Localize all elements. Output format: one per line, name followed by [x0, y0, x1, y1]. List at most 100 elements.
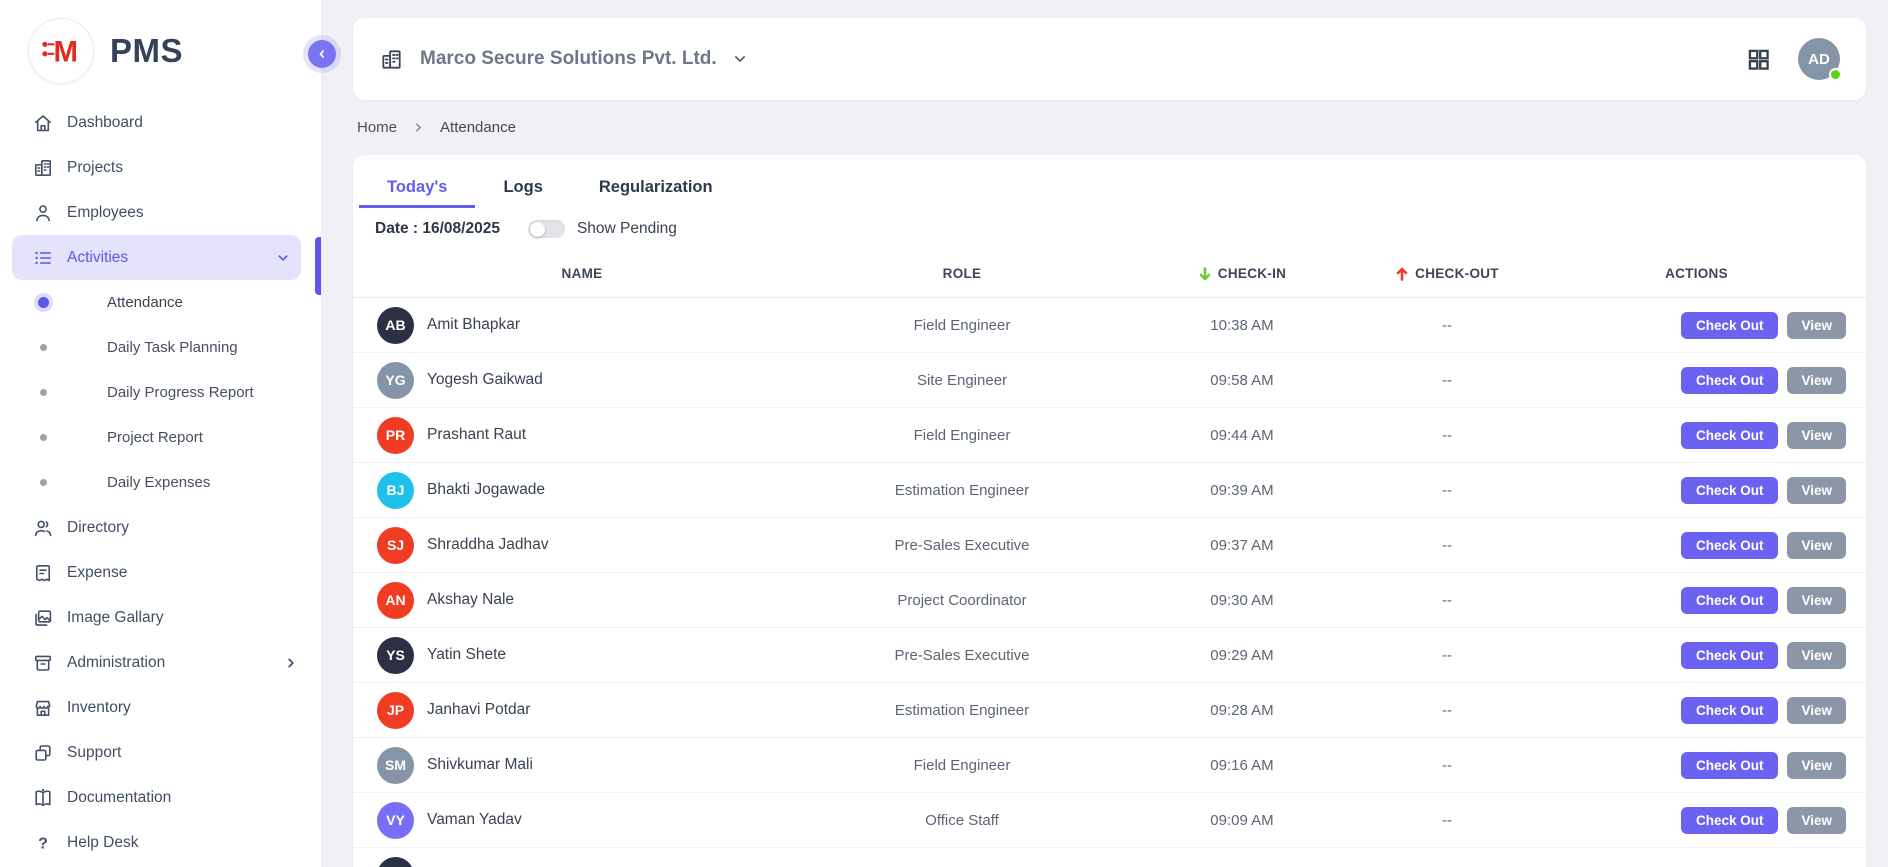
column-label: NAME — [562, 266, 603, 281]
column-header-check-out[interactable]: CHECK-OUT — [1347, 266, 1547, 282]
bullet-icon — [40, 479, 47, 486]
view-button[interactable]: View — [1787, 367, 1846, 394]
bullet-icon — [38, 297, 49, 308]
sidebar-collapse-button[interactable] — [308, 40, 336, 68]
check-out-button[interactable]: Check Out — [1681, 697, 1779, 724]
column-label: ACTIONS — [1665, 266, 1728, 281]
sidebar-item-inventory[interactable]: Inventory — [0, 685, 321, 730]
row-actions: Check Out View — [1547, 752, 1846, 779]
sidebar-subitem-daily-expenses[interactable]: Daily Expenses — [0, 460, 321, 505]
view-button[interactable]: View — [1787, 477, 1846, 504]
table-row: PR Prashant Raut Field Engineer 09:44 AM… — [353, 408, 1866, 463]
view-button[interactable]: View — [1787, 532, 1846, 559]
sidebar-item-projects[interactable]: Projects — [0, 145, 321, 190]
column-header-actions: ACTIONS — [1547, 266, 1846, 281]
sidebar-item-help-desk[interactable]: ? Help Desk — [0, 820, 321, 865]
logo: M PMS — [0, 0, 321, 84]
employee-avatar: PR — [377, 417, 414, 454]
sidebar-item-expense[interactable]: Expense — [0, 550, 321, 595]
employee-avatar: SJ — [377, 527, 414, 564]
employee-role: Estimation Engineer — [787, 702, 1137, 719]
check-in-time: 10:38 AM — [1137, 317, 1347, 334]
sidebar-subitem-project-report[interactable]: Project Report — [0, 415, 321, 460]
view-button[interactable]: View — [1787, 642, 1846, 669]
table-row: VY Vaman Yadav Office Staff 09:09 AM -- … — [353, 793, 1866, 848]
check-out-button[interactable]: Check Out — [1681, 312, 1779, 339]
toggle-knob — [530, 222, 545, 237]
tab-regularization[interactable]: Regularization — [571, 161, 741, 208]
employee-name: Janhavi Potdar — [427, 701, 530, 719]
employee-avatar — [377, 857, 414, 867]
sidebar-item-administration[interactable]: Administration — [0, 640, 321, 685]
sidebar-subitem-daily-task-planning[interactable]: Daily Task Planning — [0, 325, 321, 370]
employee-name: Shivkumar Mali — [427, 756, 533, 774]
employee-cell: BJ Bhakti Jogawade — [377, 472, 787, 509]
check-out-time: -- — [1347, 812, 1547, 829]
row-actions: Check Out View — [1547, 477, 1846, 504]
view-button[interactable]: View — [1787, 752, 1846, 779]
bullet-icon — [40, 344, 47, 351]
row-actions: Check Out View — [1547, 532, 1846, 559]
show-pending-toggle[interactable] — [528, 220, 565, 238]
tab-today-s[interactable]: Today's — [359, 161, 475, 208]
employee-avatar: AB — [377, 307, 414, 344]
subitem-label: Daily Expenses — [107, 474, 210, 491]
sort-arrow-up-icon — [1395, 266, 1409, 282]
sidebar: M PMS Dashboard Projects Employees Act — [0, 0, 322, 867]
view-button[interactable]: View — [1787, 807, 1846, 834]
attendance-card: Today'sLogsRegularization Date : 16/08/2… — [353, 155, 1866, 867]
view-button[interactable]: View — [1787, 587, 1846, 614]
sidebar-item-employees[interactable]: Employees — [0, 190, 321, 235]
subitem-label: Daily Progress Report — [107, 384, 254, 401]
breadcrumb-home[interactable]: Home — [357, 119, 397, 136]
employee-cell: YS Yatin Shete — [377, 637, 787, 674]
sidebar-item-directory[interactable]: Directory — [0, 505, 321, 550]
chevron-down-icon[interactable] — [731, 50, 749, 68]
view-button[interactable]: View — [1787, 312, 1846, 339]
tab-logs[interactable]: Logs — [475, 161, 570, 208]
view-button[interactable]: View — [1787, 422, 1846, 449]
sidebar-subitem-daily-progress-report[interactable]: Daily Progress Report — [0, 370, 321, 415]
check-out-button[interactable]: Check Out — [1681, 532, 1779, 559]
employee-role: Field Engineer — [787, 427, 1137, 444]
sidebar-item-support[interactable]: Support — [0, 730, 321, 775]
sidebar-item-image-gallary[interactable]: Image Gallary — [0, 595, 321, 640]
sidebar-item-activities[interactable]: Activities — [12, 235, 301, 280]
check-out-time: -- — [1347, 427, 1547, 444]
user-avatar[interactable]: AD — [1798, 38, 1840, 80]
employee-cell: SJ Shraddha Jadhav — [377, 527, 787, 564]
check-out-button[interactable]: Check Out — [1681, 642, 1779, 669]
table-row: AN Akshay Nale Project Coordinator 09:30… — [353, 573, 1866, 628]
employee-role: Estimation Engineer — [787, 482, 1137, 499]
sidebar-item-documentation[interactable]: Documentation — [0, 775, 321, 820]
main-area: Marco Secure Solutions Pvt. Ltd. AD Home — [322, 0, 1888, 867]
filter-row: Date : 16/08/2025 Show Pending — [353, 208, 1866, 250]
table-row: YS Yatin Shete Pre-Sales Executive 09:29… — [353, 628, 1866, 683]
table-row: Check Out View — [353, 848, 1866, 867]
apps-grid-icon[interactable] — [1745, 46, 1772, 73]
logo-letter: M — [53, 35, 78, 68]
table-row: SJ Shraddha Jadhav Pre-Sales Executive 0… — [353, 518, 1866, 573]
check-out-button[interactable]: Check Out — [1681, 587, 1779, 614]
column-label: CHECK-OUT — [1415, 266, 1499, 281]
view-button[interactable]: View — [1787, 697, 1846, 724]
check-out-button[interactable]: Check Out — [1681, 422, 1779, 449]
check-out-button[interactable]: Check Out — [1681, 367, 1779, 394]
employee-cell: AB Amit Bhapkar — [377, 307, 787, 344]
check-out-button[interactable]: Check Out — [1681, 807, 1779, 834]
sidebar-subitem-attendance[interactable]: Attendance — [0, 280, 321, 325]
nav-item-label: Support — [67, 744, 121, 762]
check-out-time: -- — [1347, 537, 1547, 554]
check-out-time: -- — [1347, 482, 1547, 499]
company-selector[interactable]: Marco Secure Solutions Pvt. Ltd. — [420, 48, 717, 70]
active-section-indicator — [315, 237, 321, 295]
sidebar-item-dashboard[interactable]: Dashboard — [0, 100, 321, 145]
employee-cell: SM Shivkumar Mali — [377, 747, 787, 784]
check-out-button[interactable]: Check Out — [1681, 752, 1779, 779]
column-header-check-in[interactable]: CHECK-IN — [1137, 266, 1347, 282]
check-out-button[interactable]: Check Out — [1681, 477, 1779, 504]
subitem-label: Daily Task Planning — [107, 339, 238, 356]
tab-bar: Today'sLogsRegularization — [353, 155, 1866, 208]
list-icon — [32, 247, 54, 269]
row-actions: Check Out View — [1547, 587, 1846, 614]
